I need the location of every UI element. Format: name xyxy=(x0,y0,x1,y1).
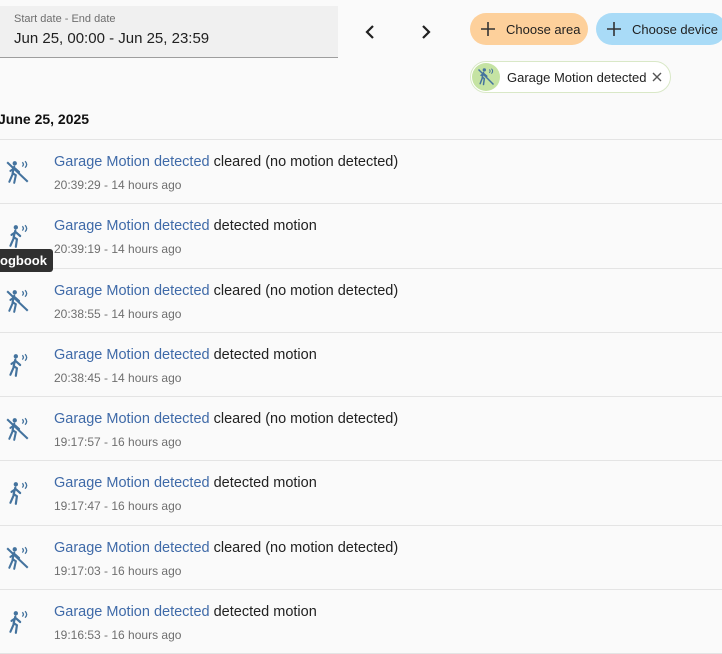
entity-link[interactable]: Garage Motion detected xyxy=(54,218,210,234)
choose-area-button[interactable]: Choose area xyxy=(470,13,588,45)
motion-sensor-icon xyxy=(5,223,31,249)
log-entry: Garage Motion detected detected motion 20… xyxy=(0,204,722,269)
entry-message: Garage Motion detected cleared (no motio… xyxy=(54,282,398,300)
entry-action-text: cleared (no motion detected) xyxy=(209,539,399,556)
entry-action-text: detected motion xyxy=(209,218,317,235)
log-entry: Garage Motion detected cleared (no motio… xyxy=(0,269,722,333)
entry-message: Garage Motion detected detected motion xyxy=(54,474,317,492)
chevron-left-icon xyxy=(365,25,374,39)
motion-sensor-off-icon xyxy=(5,159,31,185)
entity-link[interactable]: Garage Motion detected xyxy=(54,154,210,170)
logbook-tooltip: ogbook xyxy=(0,249,53,272)
date-range-picker[interactable]: Start date - End date Jun 25, 00:00 - Ju… xyxy=(0,6,338,58)
toolbar: Start date - End date Jun 25, 00:00 - Ju… xyxy=(0,0,722,100)
plus-icon xyxy=(604,19,624,39)
choose-area-label: Choose area xyxy=(506,21,581,37)
log-entry: Garage Motion detected cleared (no motio… xyxy=(0,397,722,462)
logbook-list: Garage Motion detected cleared (no motio… xyxy=(0,139,722,654)
log-entry: Garage Motion detected cleared (no motio… xyxy=(0,140,722,205)
log-entry: Garage Motion detected cleared (no motio… xyxy=(0,526,722,591)
entry-timestamp: 19:17:47 - 16 hours ago xyxy=(54,499,182,514)
entry-message: Garage Motion detected detected motion xyxy=(54,217,317,235)
entity-link[interactable]: Garage Motion detected xyxy=(54,283,210,299)
motion-sensor-icon xyxy=(5,352,31,378)
entity-link[interactable]: Garage Motion detected xyxy=(54,347,210,363)
entry-timestamp: 19:17:57 - 16 hours ago xyxy=(54,435,182,450)
previous-day-button[interactable] xyxy=(354,16,386,48)
log-entry: Garage Motion detected detected motion 20… xyxy=(0,333,722,398)
entry-action-text: cleared (no motion detected) xyxy=(209,411,399,428)
entry-message: Garage Motion detected detected motion xyxy=(54,603,317,621)
remove-entity-icon[interactable] xyxy=(650,70,664,84)
motion-sensor-off-icon xyxy=(5,545,31,571)
motion-sensor-icon xyxy=(5,609,31,635)
plus-icon xyxy=(478,19,498,39)
day-heading: June 25, 2025 xyxy=(0,111,90,127)
entry-message: Garage Motion detected cleared (no motio… xyxy=(54,539,398,557)
entity-link[interactable]: Garage Motion detected xyxy=(54,475,210,491)
motion-sensor-off-icon xyxy=(5,416,31,442)
entry-timestamp: 19:16:53 - 16 hours ago xyxy=(54,628,182,643)
next-day-button[interactable] xyxy=(410,16,442,48)
entry-timestamp: 20:39:19 - 14 hours ago xyxy=(54,242,182,257)
choose-device-button[interactable]: Choose device xyxy=(596,13,722,45)
entry-timestamp: 19:17:03 - 16 hours ago xyxy=(54,563,182,578)
entity-link[interactable]: Garage Motion detected xyxy=(54,540,210,556)
choose-device-label: Choose device xyxy=(632,21,718,37)
entity-link[interactable]: Garage Motion detected xyxy=(54,411,210,427)
selected-entity-chip[interactable]: Garage Motion detected xyxy=(470,61,671,93)
entry-timestamp: 20:38:45 - 14 hours ago xyxy=(54,370,182,385)
entry-timestamp: 20:38:55 - 14 hours ago xyxy=(54,306,182,321)
date-range-label: Start date - End date xyxy=(14,13,116,25)
motion-sensor-off-icon xyxy=(5,288,31,314)
selected-entity-label: Garage Motion detected xyxy=(507,69,647,85)
entry-action-text: cleared (no motion detected) xyxy=(209,154,399,170)
date-range-value: Jun 25, 00:00 - Jun 25, 23:59 xyxy=(14,30,210,47)
motion-sensor-icon xyxy=(5,480,31,506)
entity-link[interactable]: Garage Motion detected xyxy=(54,604,210,620)
entry-message: Garage Motion detected cleared (no motio… xyxy=(54,153,398,171)
log-entry: Garage Motion detected detected motion 19… xyxy=(0,590,722,654)
entry-action-text: cleared (no motion detected) xyxy=(209,282,399,299)
entry-action-text: detected motion xyxy=(209,604,317,621)
entry-action-text: detected motion xyxy=(209,475,317,492)
entry-timestamp: 20:39:29 - 14 hours ago xyxy=(54,178,182,192)
chevron-right-icon xyxy=(422,25,431,39)
entry-message: Garage Motion detected cleared (no motio… xyxy=(54,410,398,428)
log-entry: Garage Motion detected detected motion 19… xyxy=(0,461,722,526)
motion-sensor-off-icon xyxy=(472,63,500,91)
entry-message: Garage Motion detected detected motion xyxy=(54,346,317,364)
entry-action-text: detected motion xyxy=(209,346,317,363)
